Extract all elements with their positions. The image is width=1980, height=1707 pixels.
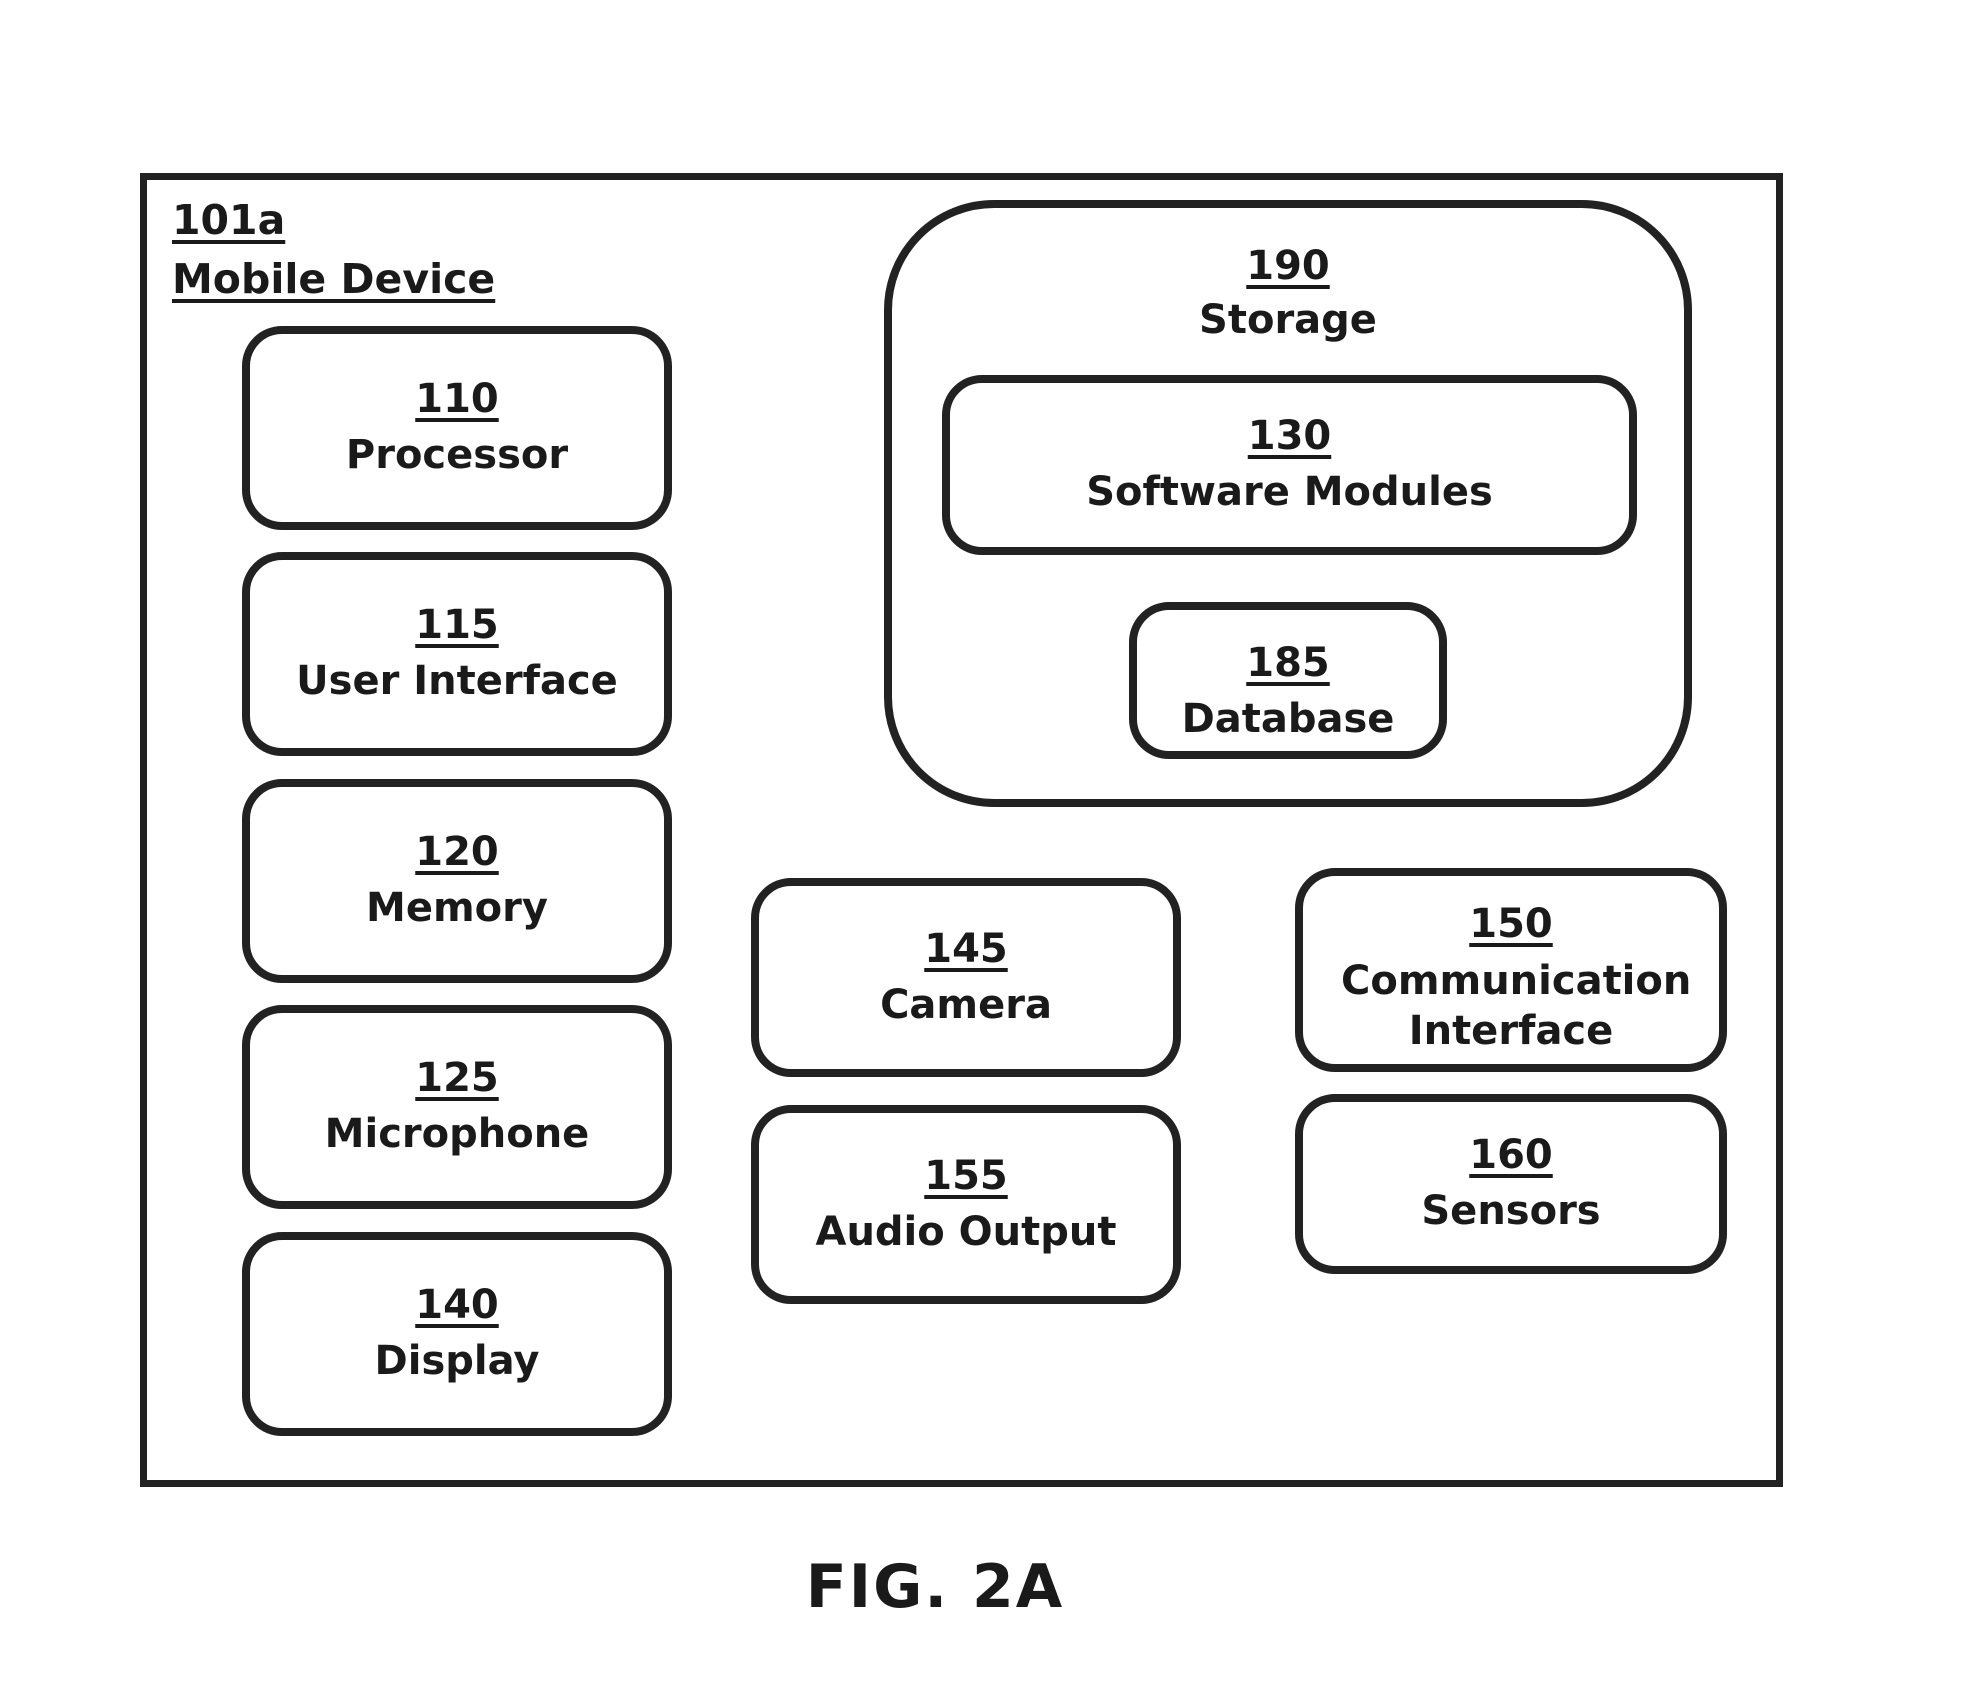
user-interface-ref: 115 bbox=[415, 602, 499, 648]
database-label: Database bbox=[1181, 695, 1395, 742]
communication-interface-label: Communication Interface bbox=[1341, 958, 1692, 1054]
communication-interface-box: 150 Communication Interface bbox=[1295, 868, 1727, 1072]
device-name: Mobile Device bbox=[172, 255, 496, 303]
camera-label: Camera bbox=[880, 981, 1052, 1028]
figure-caption-wrap: FIG. 2A bbox=[0, 1552, 1870, 1622]
memory-box: 120 Memory bbox=[242, 779, 672, 983]
processor-box: 110 Processor bbox=[242, 326, 672, 530]
processor-label: Processor bbox=[345, 432, 569, 478]
audio-output-ref: 155 bbox=[924, 1152, 1008, 1199]
communication-interface-ref: 150 bbox=[1469, 901, 1553, 947]
display-ref: 140 bbox=[415, 1282, 499, 1328]
microphone-ref: 125 bbox=[415, 1055, 499, 1101]
display-label: Display bbox=[374, 1338, 540, 1384]
database-box: 185 Database bbox=[1129, 602, 1447, 759]
software-modules-ref: 130 bbox=[1247, 413, 1332, 459]
processor-ref: 110 bbox=[415, 376, 499, 422]
software-modules-label: Software Modules bbox=[1086, 469, 1493, 515]
audio-output-box: 155 Audio Output bbox=[751, 1105, 1181, 1304]
camera-box: 145 Camera bbox=[751, 878, 1181, 1077]
user-interface-box: 115 User Interface bbox=[242, 552, 672, 756]
figure-caption: FIG. 2A bbox=[805, 1552, 1065, 1622]
audio-output-label: Audio Output bbox=[815, 1208, 1117, 1255]
microphone-box: 125 Microphone bbox=[242, 1005, 672, 1209]
database-ref: 185 bbox=[1246, 639, 1330, 686]
device-ref-number: 101a bbox=[172, 196, 286, 244]
device-ref: 101a bbox=[172, 196, 285, 244]
sensors-label: Sensors bbox=[1421, 1188, 1601, 1234]
camera-ref: 145 bbox=[924, 925, 1008, 972]
user-interface-label: User Interface bbox=[296, 658, 618, 704]
device-title: Mobile Device bbox=[172, 255, 495, 303]
storage-label: Storage bbox=[1199, 297, 1377, 343]
software-modules-box: 130 Software Modules bbox=[942, 375, 1637, 555]
memory-ref: 120 bbox=[415, 829, 499, 875]
sensors-box: 160 Sensors bbox=[1295, 1094, 1727, 1274]
display-box: 140 Display bbox=[242, 1232, 672, 1436]
sensors-ref: 160 bbox=[1469, 1132, 1553, 1178]
memory-label: Memory bbox=[366, 885, 548, 931]
microphone-label: Microphone bbox=[324, 1111, 590, 1157]
storage-ref: 190 bbox=[1246, 243, 1330, 289]
